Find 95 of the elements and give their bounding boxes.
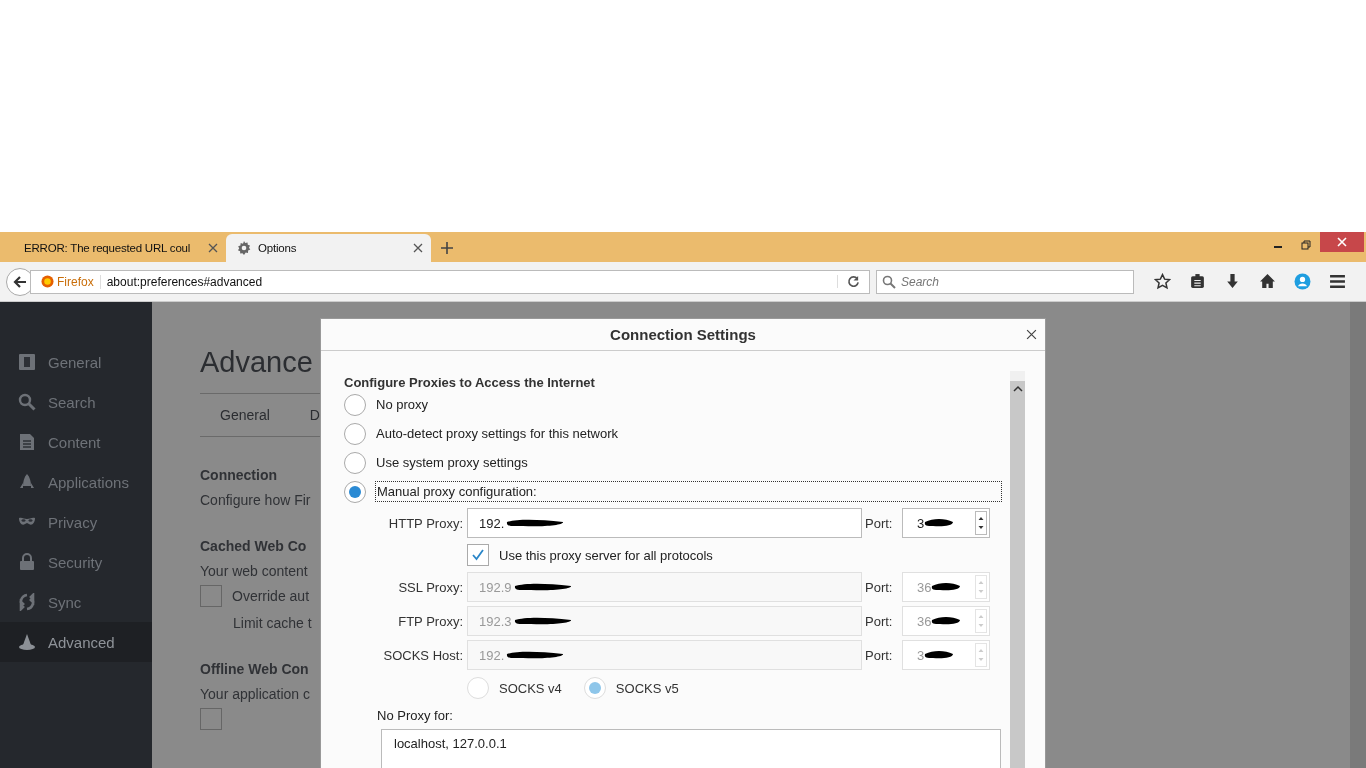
close-tab-icon[interactable] [413,243,423,253]
sidebar-label: General [48,353,102,371]
close-tab-icon[interactable] [208,243,218,253]
radio-button[interactable] [344,422,366,445]
field-label: SSL Proxy: [397,579,464,595]
redaction-mark [924,517,955,529]
radio-label[interactable]: SOCKS v4 [499,680,562,696]
new-tab-icon[interactable] [441,242,453,254]
scrollbar[interactable] [1350,302,1366,768]
page-title: Advance [200,346,313,379]
section-heading: Cached Web Co [200,538,307,554]
back-arrow-icon [12,273,28,290]
section-text: Your application c [200,686,310,702]
field-label: HTTP Proxy: [387,515,464,531]
sidebar-label: Advanced [48,633,115,651]
sidebar-label: Privacy [48,513,98,531]
checkmark-icon [471,548,485,562]
radio-label[interactable]: Manual proxy configuration: [375,481,1002,502]
field-label: SOCKS Host: [382,647,464,663]
sidebar-item[interactable]: Content [0,422,152,462]
padlock-icon [18,553,36,571]
text-area[interactable]: localhost, 127.0.0.1 [381,729,1001,768]
panel-icon [18,353,36,371]
sidebar-item[interactable]: Advanced [0,622,152,662]
tab-title: ERROR: The requested URL coul [24,242,192,254]
tab-title: Options [258,242,298,254]
checkbox[interactable] [467,544,489,566]
browser-logo-icon [41,275,54,288]
search-field[interactable]: Search [876,269,1134,294]
spinner-icon[interactable] [975,511,987,535]
sidebar-label: Security [48,553,103,571]
address-bar[interactable]: Firefox about:preferences#advanced [30,269,870,294]
scroll-up-icon[interactable] [1012,385,1023,393]
sidebar-label: Search [48,393,96,411]
identity-label: Firefox [57,274,101,289]
scrollbar[interactable] [1010,371,1025,768]
close-icon [1337,237,1347,247]
menu-icon[interactable] [1329,273,1346,290]
port-field[interactable]: 3 [902,508,990,538]
redaction-mark [931,581,962,593]
text-field[interactable]: 192. [467,508,862,538]
sidebar-item[interactable]: Applications [0,462,152,502]
gear-icon [236,240,252,256]
radio-button[interactable] [344,480,366,503]
section-heading: Offline Web Con [200,661,309,677]
checkbox-label[interactable]: Override aut [232,588,310,604]
document-icon [18,433,36,451]
sidebar-item[interactable]: Privacy [0,502,152,542]
close-icon[interactable] [1026,329,1037,340]
field-label: Port: [864,579,894,595]
sidebar-item[interactable]: General [0,342,152,382]
group-heading: Configure Proxies to Access the Internet [344,375,596,390]
restore-icon[interactable] [1301,240,1311,250]
radio-button[interactable] [344,451,366,474]
rocket-icon [18,473,36,491]
radio-label[interactable]: SOCKS v5 [615,680,679,696]
clipboard-icon[interactable] [1189,273,1206,290]
sidebar-label: Applications [48,473,129,491]
redaction-mark [931,615,962,627]
sidebar-label: Sync [48,593,82,611]
browser-tab[interactable]: ERROR: The requested URL coul [14,234,226,262]
radio-label[interactable]: Use system proxy settings [376,455,528,470]
sidebar-label: Content [48,433,101,451]
sync-icon [18,593,36,611]
page-tab[interactable]: D [309,407,320,423]
checkbox-label[interactable]: Use this proxy server for all protocols [499,547,713,563]
wizard-hat-icon [18,633,36,651]
checkbox[interactable] [200,585,222,607]
radio-button[interactable] [344,393,366,416]
browser-tab[interactable]: Options [226,234,431,262]
dialog-title: Connection Settings [610,326,756,343]
star-icon[interactable] [1154,273,1171,290]
field-label: Port: [864,613,894,629]
section-text: Configure how Fir [200,492,311,508]
section-text: Your web content [200,563,308,579]
section-heading: Connection [200,467,277,483]
radio-label[interactable]: Auto-detect proxy settings for this network [376,426,619,441]
sidebar-item[interactable]: Security [0,542,152,582]
setting-label: Limit cache t [233,615,312,631]
field-label: Port: [864,515,894,531]
checkbox[interactable] [200,708,222,730]
redaction-mark [924,649,955,661]
radio-label[interactable]: No proxy [376,397,429,412]
close-window-button[interactable] [1320,232,1364,252]
home-icon[interactable] [1259,273,1276,290]
url-text: about:preferences#advanced [106,274,263,289]
search-icon [882,274,896,289]
sidebar-item[interactable]: Search [0,382,152,422]
page-tab[interactable]: General [220,407,270,423]
field-label: Port: [864,647,894,663]
account-icon[interactable] [1294,273,1311,290]
search-icon [18,393,36,411]
field-label: No Proxy for: [377,708,454,723]
sidebar-item[interactable]: Sync [0,582,152,622]
field-label: FTP Proxy: [397,613,464,629]
